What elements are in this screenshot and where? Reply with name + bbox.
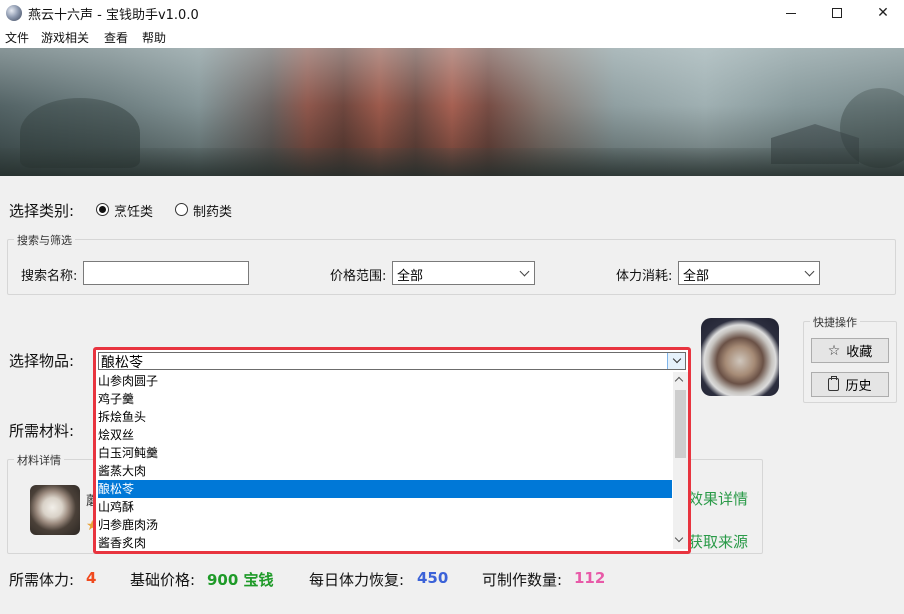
item-options-scrollbar[interactable] [673,372,688,549]
item-image [701,318,779,396]
materials-group-title: 材料详情 [14,452,64,468]
price-label: 价格范围: [330,269,387,284]
scroll-down-icon[interactable] [674,533,684,543]
price-select[interactable]: 全部 [392,261,535,285]
stamina-cost-value: 4 [86,569,97,587]
history-button-label: 历史 [845,379,872,394]
item-option[interactable]: 拆烩鱼头 [98,408,672,426]
menu-help[interactable]: 帮助 [142,29,166,46]
daily-recovery-label: 每日体力恢复: [309,571,405,589]
close-button[interactable]: ✕ [860,0,904,26]
category-label: 选择类别: [9,202,75,220]
source-link[interactable]: 获取来源 [688,531,748,552]
minimize-button[interactable] [768,0,814,26]
star-icon: ☆ [827,342,841,359]
minimize-icon [786,12,796,14]
daily-recovery-value: 450 [417,569,449,587]
banner-image [0,48,904,176]
search-input[interactable] [83,261,249,285]
menu-view[interactable]: 查看 [104,29,128,46]
search-label: 搜索名称: [21,269,78,284]
stamina-select-value: 全部 [683,269,710,284]
item-select-toggle[interactable] [667,353,685,369]
item-option[interactable]: 烩双丝 [98,426,672,444]
item-select-dropdown[interactable]: 酿松苓 山参肉圆子 鸡子羹 拆烩鱼头 烩双丝 白玉河鲀羹 酱蒸大肉 酿松苓 山鸡… [93,347,691,554]
scrollbar-thumb[interactable] [675,390,686,458]
item-option[interactable]: 归参鹿肉汤 [98,516,672,534]
craftable-count-label: 可制作数量: [482,571,563,589]
price-select-value: 全部 [397,269,424,284]
clipboard-icon [828,376,840,391]
stamina-select[interactable]: 全部 [678,261,820,285]
stamina-cost-label: 所需体力: [9,571,75,589]
item-option[interactable]: 酱蒸大肉 [98,462,672,480]
chevron-down-icon [804,266,815,277]
chevron-down-icon [519,266,530,277]
favorite-button[interactable]: ☆ 收藏 [811,338,889,363]
menu-file[interactable]: 文件 [5,29,29,46]
quick-ops-title: 快捷操作 [810,314,860,330]
item-option[interactable]: 鸡子羹 [98,390,672,408]
base-price-value: 900 宝钱 [207,571,274,589]
base-price-label: 基础价格: [130,571,196,589]
app-icon [6,5,22,21]
scroll-up-icon[interactable] [674,376,684,386]
stamina-label: 体力消耗: [616,269,673,284]
material-image [30,485,80,535]
item-option[interactable]: 酿松苓 [98,480,672,498]
filter-group-title: 搜索与筛选 [14,232,75,248]
item-select-input[interactable]: 酿松苓 [98,352,686,371]
category-radio-medicine[interactable] [175,203,188,216]
history-button[interactable]: 历史 [811,372,889,397]
category-option-cooking[interactable]: 烹饪类 [114,201,153,220]
maximize-button[interactable] [814,0,860,26]
item-select-label: 选择物品: [9,352,75,370]
chevron-down-icon [672,354,682,364]
favorite-button-label: 收藏 [846,345,873,360]
menu-bar: 文件 游戏相关 查看 帮助 [0,26,904,48]
item-options-list[interactable]: 山参肉圆子 鸡子羹 拆烩鱼头 烩双丝 白玉河鲀羹 酱蒸大肉 酿松苓 山鸡酥 归参… [98,372,672,549]
effect-details-link[interactable]: 效果详情 [688,488,748,509]
maximize-icon [832,8,842,18]
banner-fog [0,48,904,176]
category-radio-cooking[interactable] [96,203,109,216]
item-option[interactable]: 山鸡酥 [98,498,672,516]
item-option[interactable]: 白玉河鲀羹 [98,444,672,462]
item-option[interactable]: 山参肉圆子 [98,372,672,390]
item-option[interactable]: 酱香炙肉 [98,534,672,549]
item-select-value: 酿松苓 [101,355,143,371]
category-option-medicine[interactable]: 制药类 [193,201,232,220]
title-bar: 燕云十六声 - 宝钱助手v1.0.0 ✕ [0,0,904,26]
craftable-count-value: 112 [574,569,606,587]
materials-label: 所需材料: [9,422,75,440]
window-title: 燕云十六声 - 宝钱助手v1.0.0 [28,8,199,23]
menu-game[interactable]: 游戏相关 [41,29,89,46]
